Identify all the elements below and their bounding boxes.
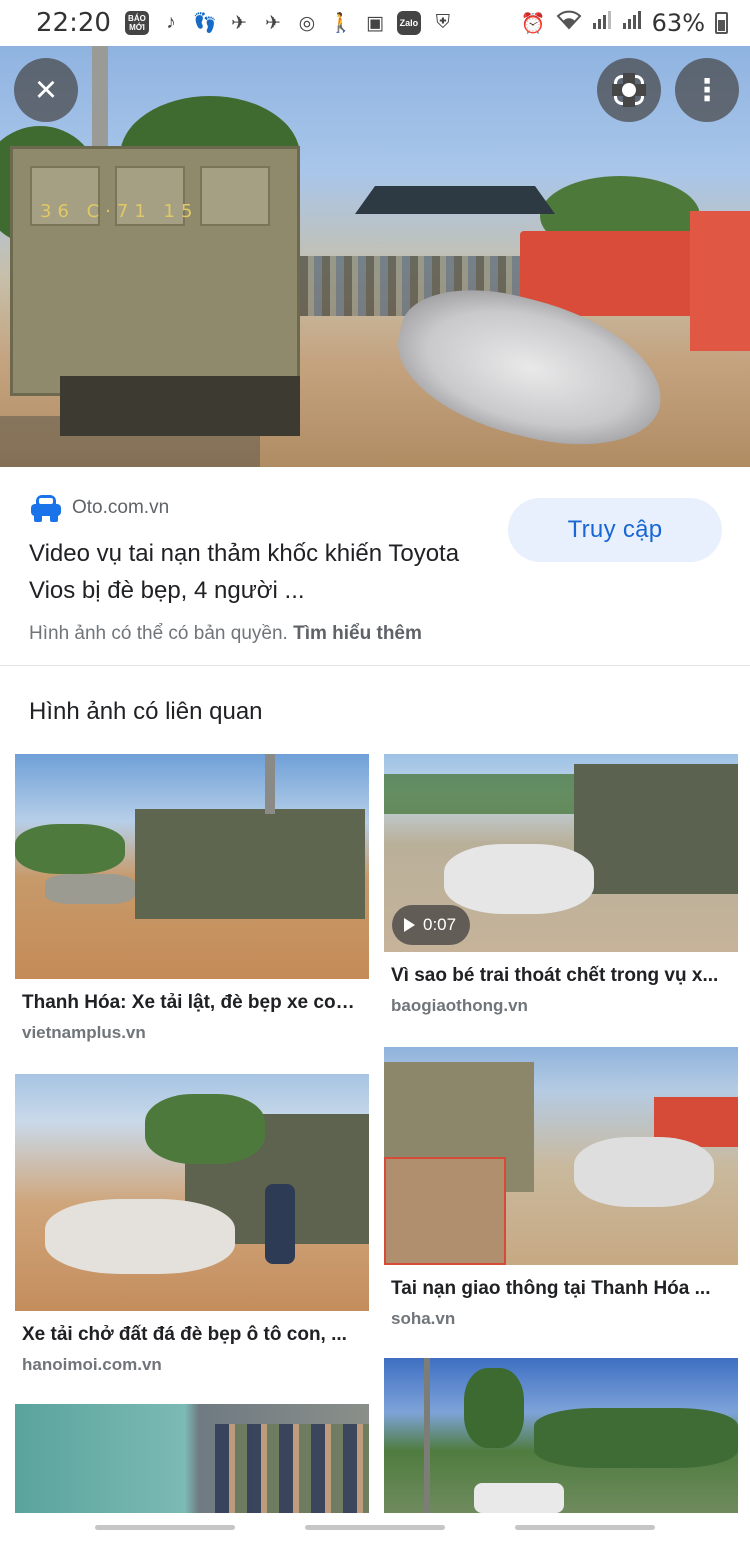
shield-icon: ⛨: [435, 12, 451, 33]
copyright-notice: Hình ảnh có thể có bản quyền. Tìm hiểu t…: [29, 623, 422, 645]
crowd: [215, 1424, 369, 1516]
visit-button[interactable]: Truy cập: [508, 498, 722, 562]
related-title[interactable]: Xe tải chở đất đá đè bẹp ô tô con, ...: [15, 1324, 369, 1346]
learn-more-link[interactable]: Tìm hiểu thêm: [293, 623, 422, 644]
utility-pole: [424, 1358, 430, 1513]
image-title[interactable]: Video vụ tai nạn thảm khốc khiến Toyota …: [29, 535, 479, 609]
close-button[interactable]: ×: [14, 58, 78, 122]
nav-handle: [305, 1525, 445, 1530]
related-thumbnail[interactable]: [15, 1074, 369, 1311]
related-title[interactable]: Thanh Hóa: Xe tải lật, đè bẹp xe con...: [15, 992, 369, 1014]
lens-icon: [597, 58, 661, 122]
related-images-heading: Hình ảnh có liên quan: [29, 698, 263, 725]
related-source: vietnamplus.vn: [22, 1023, 146, 1042]
copyright-text: Hình ảnh có thể có bản quyền.: [29, 623, 288, 644]
battery-percent: 63%: [651, 9, 705, 37]
airplane-icon: ✈: [264, 12, 281, 34]
signal-icon: [622, 10, 642, 36]
nav-handle: [515, 1525, 655, 1530]
tree: [145, 1094, 265, 1164]
system-icons: ⏰ 63%: [521, 9, 728, 37]
related-source: soha.vn: [391, 1309, 456, 1328]
related-image-card[interactable]: Thanh Hóa: Xe tải lật, đè bẹp xe con... …: [15, 754, 369, 1043]
wifi-icon: [556, 10, 582, 36]
tent-canopy: [355, 186, 555, 214]
related-thumbnail[interactable]: [15, 754, 369, 979]
related-image-card[interactable]: [15, 1404, 369, 1516]
crushed-car: [574, 1137, 714, 1207]
dump-truck: [135, 809, 365, 919]
tree-line: [534, 1408, 738, 1468]
truck-plate: 36 C·71 15: [40, 201, 199, 222]
image-source-panel: Oto.com.vn Truy cập Video vụ tai nạn thả…: [0, 467, 750, 665]
play-icon: [404, 918, 415, 932]
truck-chassis: [60, 376, 300, 436]
battery-icon: [715, 12, 728, 34]
walk-icon: 🚶: [329, 13, 353, 34]
tree: [15, 824, 125, 874]
status-bar: 22:20 BÁO MỚI ♪ 👣 ✈ ✈ ◎ 🚶 ▣ Zalo ⛨ ⏰ 63%: [0, 0, 750, 46]
related-thumbnail[interactable]: [384, 1358, 738, 1513]
footprint-icon: 👣: [193, 13, 217, 34]
bao-moi-icon: BÁO MỚI: [124, 11, 149, 35]
person: [265, 1184, 295, 1264]
source-row[interactable]: Oto.com.vn: [30, 493, 169, 523]
more-options-button[interactable]: ⋮: [675, 58, 739, 122]
bottom-handle-bar: [0, 1513, 750, 1541]
video-duration: 0:07: [423, 915, 457, 934]
inset-photo: [384, 1157, 506, 1265]
related-title[interactable]: Vì sao bé trai thoát chết trong vụ x...: [384, 965, 738, 987]
source-site: Oto.com.vn: [72, 497, 170, 518]
related-thumbnail[interactable]: [384, 1047, 738, 1265]
dump-truck: [574, 764, 738, 894]
gallery-icon: ▣: [365, 12, 384, 34]
status-time: 22:20: [36, 8, 111, 38]
related-source: baogiaothong.vn: [391, 996, 528, 1015]
tree: [464, 1368, 524, 1448]
crushed-car: [444, 844, 594, 914]
related-thumbnail[interactable]: [15, 1404, 369, 1516]
related-image-card[interactable]: Tai nạn giao thông tại Thanh Hóa ... soh…: [384, 1047, 738, 1329]
related-source: hanoimoi.com.vn: [22, 1355, 162, 1374]
related-image-card[interactable]: 0:07 Vì sao bé trai thoát chết trong vụ …: [384, 754, 738, 1016]
tow-truck: [690, 211, 750, 351]
tiktok-icon: ♪: [166, 12, 176, 33]
car: [474, 1483, 564, 1513]
alarm-icon: ⏰: [520, 12, 546, 35]
notification-icons: BÁO MỚI ♪ 👣 ✈ ✈ ◎ 🚶 ▣ Zalo ⛨: [124, 11, 455, 35]
more-vert-icon: ⋮: [692, 73, 722, 107]
signal-icon: [592, 10, 612, 36]
instagram-icon: ◎: [298, 12, 316, 34]
tree-line: [384, 774, 574, 814]
utility-pole: [265, 754, 275, 814]
divider: [0, 665, 750, 666]
close-icon: ×: [34, 69, 58, 111]
video-duration-badge: 0:07: [392, 905, 471, 945]
related-image-card[interactable]: [384, 1358, 738, 1513]
nav-handle: [95, 1525, 235, 1530]
zalo-icon: Zalo: [396, 11, 421, 35]
airplane-icon: ✈: [230, 12, 247, 34]
crushed-car: [45, 1199, 235, 1274]
lens-button[interactable]: [597, 58, 661, 122]
truck-panel: [200, 166, 270, 226]
related-title[interactable]: Tai nạn giao thông tại Thanh Hóa ...: [384, 1278, 738, 1300]
crushed-car: [45, 874, 135, 904]
car-icon: [30, 493, 62, 523]
related-thumbnail[interactable]: 0:07: [384, 754, 738, 952]
related-image-card[interactable]: Xe tải chở đất đá đè bẹp ô tô con, ... h…: [15, 1074, 369, 1375]
